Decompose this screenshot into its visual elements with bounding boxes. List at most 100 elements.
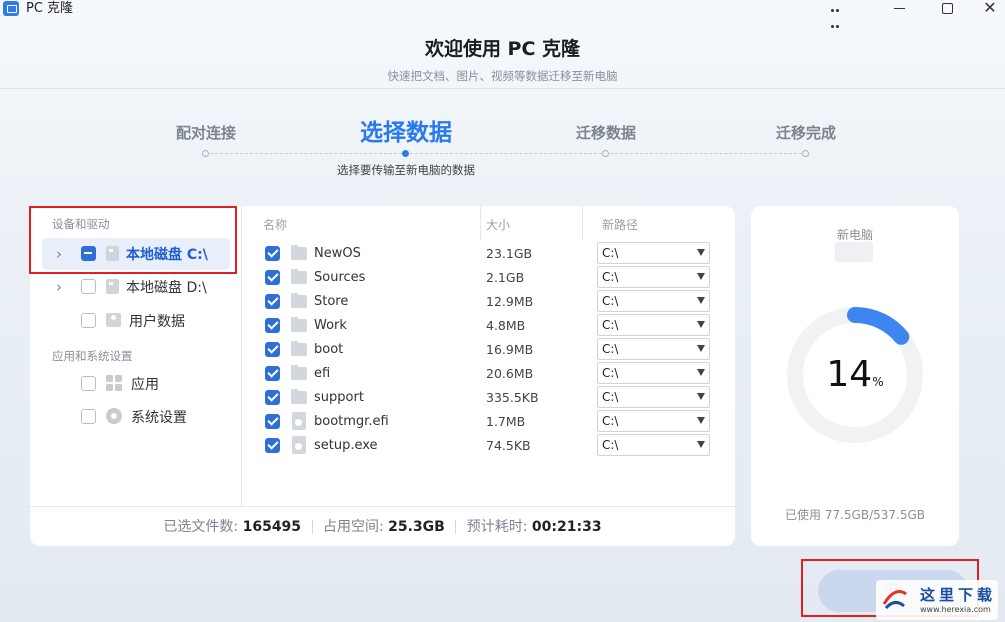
time-label: 预计耗时: (466, 519, 528, 535)
row-checkbox[interactable] (265, 414, 280, 429)
step-complete: 迁移完成 (775, 124, 836, 142)
new-path-value: C:\ (602, 342, 619, 356)
step-connector (610, 153, 802, 154)
files-count-value: 165495 (242, 519, 302, 535)
file-icon (292, 436, 306, 454)
folder-icon (291, 389, 307, 404)
system-settings-checkbox[interactable] (81, 409, 96, 424)
row-checkbox[interactable] (265, 390, 280, 405)
files-count-label: 已选文件数: (163, 519, 239, 535)
new-path-select[interactable]: C:\ (597, 242, 710, 264)
storage-used-text: 已使用 77.5GB/537.5GB (785, 508, 925, 522)
column-header-name[interactable]: 名称 (263, 216, 287, 233)
step-connector (210, 153, 402, 154)
table-row[interactable]: bootmgr.efi 1.7MB C:\ (263, 410, 713, 434)
step-dot (202, 150, 209, 157)
dropdown-arrow-icon[interactable] (697, 297, 705, 304)
new-path-value: C:\ (602, 438, 619, 452)
file-icon (292, 412, 306, 430)
more-options-icon[interactable] (820, 0, 850, 28)
time-value: 00:21:33 (531, 519, 602, 535)
new-path-select[interactable]: C:\ (597, 338, 710, 360)
column-divider (582, 206, 583, 240)
new-path-select[interactable]: C:\ (597, 362, 710, 384)
table-row[interactable]: support 335.5KB C:\ (263, 386, 713, 410)
row-checkbox[interactable] (265, 366, 280, 381)
row-checkbox[interactable] (265, 246, 280, 261)
new-path-select[interactable]: C:\ (597, 266, 710, 288)
page-title: 欢迎使用 PC 克隆 (424, 38, 581, 60)
watermark-text: 这里下载 (920, 586, 997, 604)
chevron-right-icon[interactable]: › (56, 279, 62, 295)
maximize-button[interactable] (932, 0, 962, 18)
table-row[interactable]: setup.exe 74.5KB C:\ (263, 434, 713, 458)
step-dot-active (402, 150, 409, 157)
file-name: Work (314, 318, 347, 333)
sidebar-item-label: 系统设置 (131, 410, 187, 426)
watermark: 这里下载 www.herexia.com (876, 580, 998, 620)
dropdown-arrow-icon[interactable] (697, 417, 705, 424)
new-path-select[interactable]: C:\ (597, 290, 710, 312)
apps-icon (106, 375, 122, 391)
new-path-value: C:\ (602, 318, 619, 332)
highlight-annotation (29, 206, 237, 274)
folder-icon (291, 293, 307, 308)
sidebar-item-drive-d[interactable]: › 本地磁盘 D:\ (42, 271, 230, 303)
file-size: 20.6MB (486, 366, 534, 381)
new-path-select[interactable]: C:\ (597, 434, 710, 456)
window-title: PC 克隆 (26, 1, 74, 16)
new-path-select[interactable]: C:\ (597, 410, 710, 432)
new-pc-title: 新电脑 (836, 228, 873, 242)
step-dot (802, 150, 809, 157)
row-checkbox[interactable] (265, 294, 280, 309)
sidebar-item-label: 本地磁盘 D:\ (126, 280, 207, 296)
new-path-value: C:\ (602, 270, 619, 284)
close-button[interactable]: ✕ (975, 0, 1005, 18)
divider (311, 520, 313, 534)
new-path-select[interactable]: C:\ (597, 314, 710, 336)
sidebar-item-user-data[interactable]: 用户数据 (42, 305, 230, 337)
column-header-new-path[interactable]: 新路径 (602, 216, 638, 233)
file-name: efi (314, 366, 331, 381)
dropdown-arrow-icon[interactable] (697, 393, 705, 400)
row-checkbox[interactable] (265, 270, 280, 285)
column-header-size[interactable]: 大小 (486, 216, 510, 233)
watermark-url: www.herexia.com (920, 605, 991, 614)
dropdown-arrow-icon[interactable] (697, 345, 705, 352)
dropdown-arrow-icon[interactable] (697, 249, 705, 256)
table-row[interactable]: Work 4.8MB C:\ (263, 314, 713, 338)
step-migrate: 迁移数据 (575, 124, 636, 142)
row-checkbox[interactable] (265, 318, 280, 333)
table-row[interactable]: Store 12.9MB C:\ (263, 290, 713, 314)
divider (455, 520, 457, 534)
title-bar: PC 克隆 ✕ (0, 0, 1005, 28)
table-row[interactable]: NewOS 23.1GB C:\ (263, 242, 713, 266)
apps-checkbox[interactable] (81, 376, 96, 391)
sidebar-item-apps[interactable]: 应用 (42, 368, 230, 400)
step-pairing: 配对连接 (175, 124, 236, 142)
table-row[interactable]: efi 20.6MB C:\ (263, 362, 713, 386)
table-row[interactable]: boot 16.9MB C:\ (263, 338, 713, 362)
usage-percent-unit: % (872, 375, 884, 389)
dropdown-arrow-icon[interactable] (697, 321, 705, 328)
dropdown-arrow-icon[interactable] (697, 441, 705, 448)
sidebar-item-system-settings[interactable]: 系统设置 (42, 401, 230, 433)
new-pc-name-redacted (835, 242, 873, 262)
row-checkbox[interactable] (265, 438, 280, 453)
selection-summary: 已选文件数: 165495 占用空间: 25.3GB 预计耗时: 00:21:3… (30, 506, 735, 546)
file-size: 16.9MB (486, 342, 534, 357)
dropdown-arrow-icon[interactable] (697, 369, 705, 376)
file-name: bootmgr.efi (314, 414, 389, 429)
watermark-logo-icon (882, 590, 907, 610)
row-checkbox[interactable] (265, 342, 280, 357)
new-path-select[interactable]: C:\ (597, 386, 710, 408)
file-name: setup.exe (314, 438, 378, 453)
table-row[interactable]: Sources 2.1GB C:\ (263, 266, 713, 290)
dropdown-arrow-icon[interactable] (697, 273, 705, 280)
step-connector (410, 153, 602, 154)
drive-d-checkbox[interactable] (81, 279, 96, 294)
minimize-button[interactable] (884, 0, 914, 18)
file-name: boot (314, 342, 344, 357)
usage-percent: 14% (751, 354, 959, 395)
user-data-checkbox[interactable] (81, 313, 96, 328)
